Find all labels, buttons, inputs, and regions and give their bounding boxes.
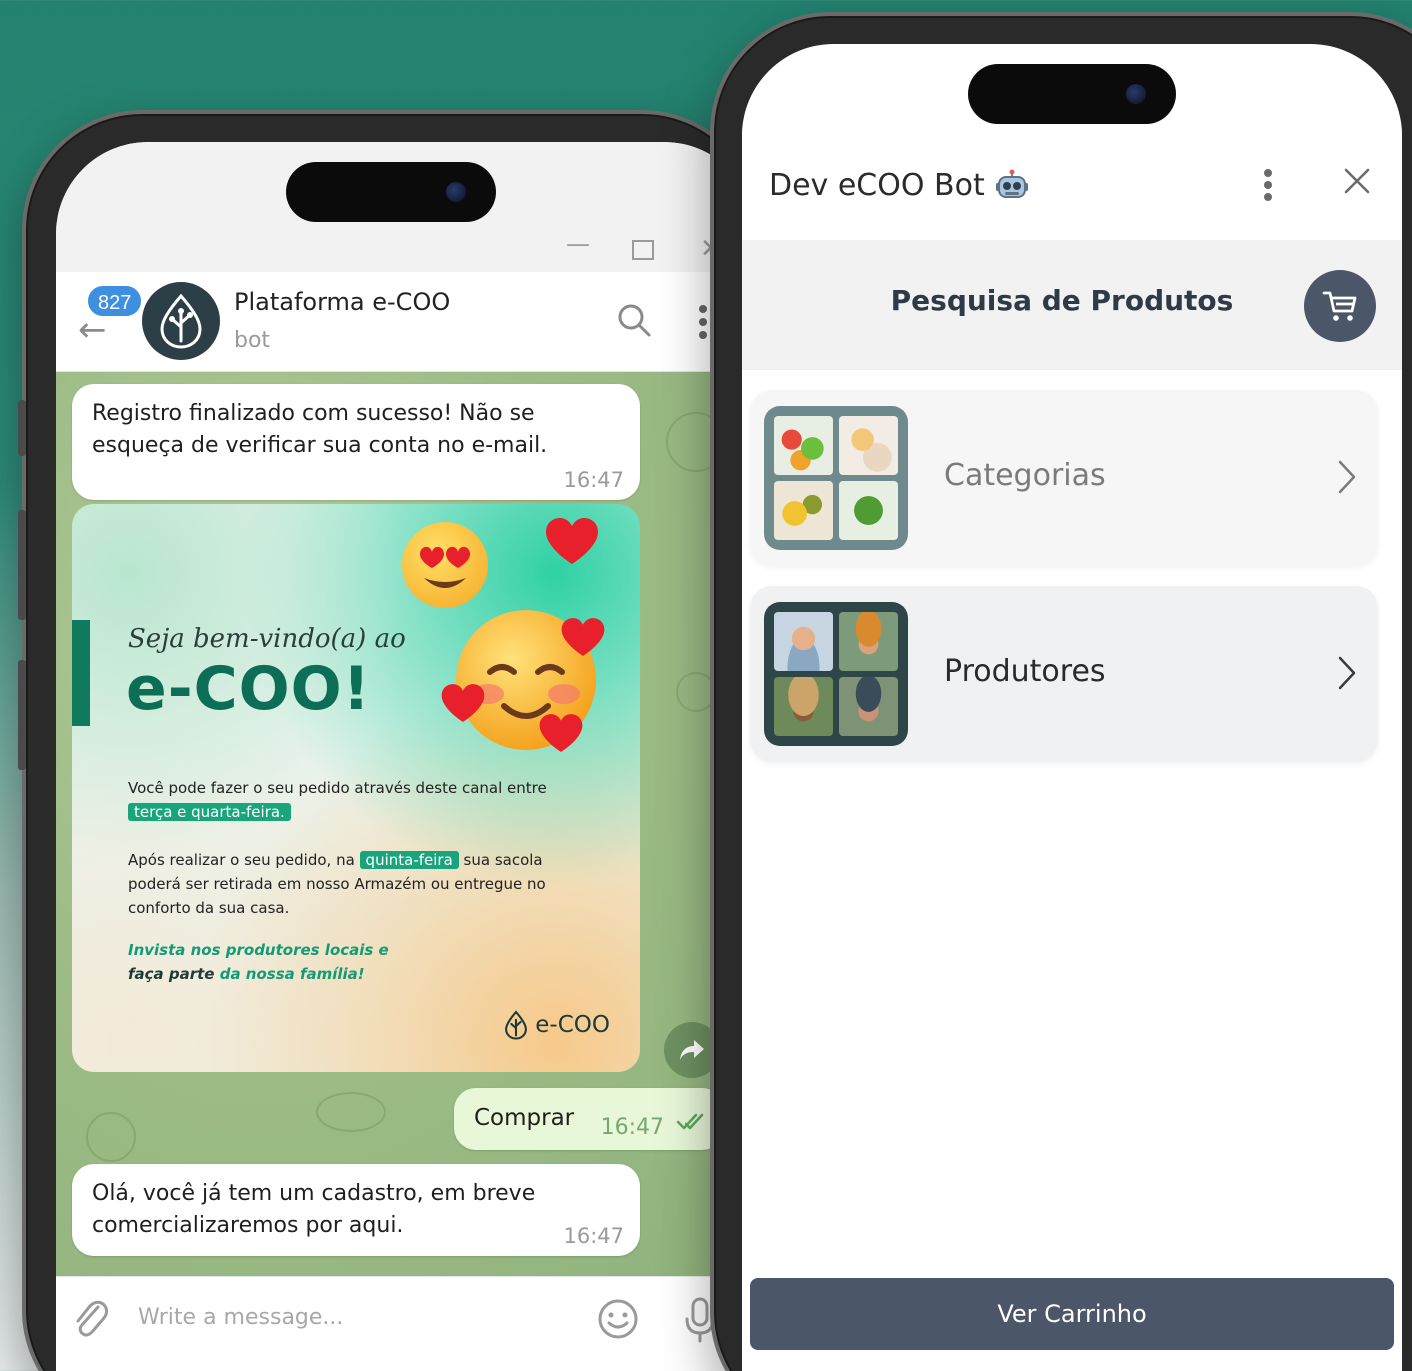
bakery-photo (839, 416, 898, 475)
promo-text: Após realizar o seu pedido, na (128, 851, 360, 869)
left-phone-volume-down (18, 660, 26, 770)
promo-highlight: terça e quarta-feira. (128, 803, 291, 821)
bg-doodle (316, 1092, 386, 1132)
chat-area[interactable]: Registro finalizado com sucesso! Não se … (56, 372, 756, 1276)
double-check-icon (676, 1112, 710, 1136)
message-input[interactable]: Write a message... (138, 1305, 343, 1330)
promo-logo: e-COO (503, 1010, 610, 1040)
minimize-icon[interactable]: — (566, 230, 590, 258)
producers-thumbnail (764, 602, 908, 746)
bg-doodle (86, 1112, 136, 1162)
card-label: Produtores (944, 654, 1106, 689)
promo-text: Você pode fazer o seu pedido através des… (128, 779, 547, 797)
search-title: Pesquisa de Produtos (890, 284, 1234, 317)
producer-photo (839, 612, 898, 671)
promo-text: Invista nos produtores locais e (128, 941, 389, 959)
promo-welcome-text: Seja bem-vindo(a) ao (128, 624, 406, 654)
message-text: Olá, você já tem um cadastro, em breve c… (92, 1181, 536, 1238)
producer-photo (839, 677, 898, 736)
ver-carrinho-button[interactable]: Ver Carrinho (750, 1278, 1394, 1350)
greens-photo (839, 481, 898, 540)
fruits-photo (774, 481, 833, 540)
chat-subtitle: bot (234, 328, 271, 353)
incoming-message[interactable]: Registro finalizado com sucesso! Não se … (72, 384, 640, 500)
cart-button[interactable] (1304, 270, 1376, 342)
right-dynamic-island (968, 64, 1176, 124)
ecoo-leaf-icon (505, 1010, 528, 1040)
more-vertical-icon[interactable] (696, 304, 710, 344)
left-phone-side-button (18, 400, 26, 456)
emoji-smiley-icon[interactable] (596, 1297, 640, 1345)
telegram-screen: — ✕ ← 827 Plataforma e-COO bot Registro … (56, 142, 756, 1371)
promo-text: da nossa família! (214, 965, 365, 983)
paperclip-icon[interactable] (70, 1297, 110, 1345)
welcome-promo-image[interactable]: Seja bem-vindo(a) ao e-COO! Você pode fa… (72, 504, 640, 1072)
message-input-bar: Write a message... (56, 1276, 756, 1371)
message-time: 16:47 (563, 468, 624, 492)
produtores-card[interactable]: Produtores (750, 586, 1378, 762)
chevron-right-icon (1336, 458, 1358, 500)
incoming-message[interactable]: Olá, você já tem um cadastro, em breve c… (72, 1164, 640, 1256)
heart-icon (538, 712, 584, 758)
promo-logo-text: e-COO (535, 1012, 610, 1038)
heart-eyes-emoji-icon (402, 522, 488, 608)
heart-icon (560, 616, 606, 662)
chat-header: ← 827 Plataforma e-COO bot (56, 272, 756, 372)
categories-thumbnail (764, 406, 908, 550)
producer-photo (774, 612, 833, 671)
message-text: Comprar (474, 1105, 575, 1131)
card-label: Categorias (944, 458, 1106, 493)
forward-arrow-icon (680, 1040, 704, 1060)
front-camera (1126, 84, 1146, 104)
message-time: 16:47 (563, 1224, 624, 1248)
bot-webapp-screen: Dev eCOO Bot Pesquisa de Produtos Catego… (742, 44, 1402, 1371)
ecoo-leaf-icon (160, 293, 202, 349)
chat-title[interactable]: Plataforma e-COO (234, 288, 450, 316)
categorias-card[interactable]: Categorias (750, 390, 1378, 566)
outgoing-message[interactable]: Comprar 16:47 (454, 1088, 724, 1150)
message-time: 16:47 (600, 1115, 664, 1140)
promo-paragraph-2: Após realizar o seu pedido, na quinta-fe… (128, 848, 548, 920)
close-icon[interactable] (1342, 166, 1372, 200)
robot-icon (995, 169, 1028, 198)
producer-photo (774, 677, 833, 736)
maximize-icon[interactable] (632, 240, 654, 260)
vegetables-photo (774, 416, 833, 475)
message-text: Registro finalizado com sucesso! Não se … (92, 401, 548, 458)
search-header: Pesquisa de Produtos (742, 240, 1402, 370)
promo-brand-title: e-COO! (126, 654, 372, 724)
left-phone-volume-up (18, 510, 26, 620)
bot-title: Dev eCOO Bot (769, 168, 1029, 203)
unread-count-badge: 827 (86, 284, 144, 318)
promo-text-bold: faça parte (128, 965, 215, 983)
search-icon[interactable] (616, 302, 652, 342)
chevron-right-icon (1336, 654, 1358, 696)
more-vertical-icon[interactable] (1262, 168, 1274, 206)
heart-icon (544, 516, 600, 570)
chat-avatar[interactable] (142, 282, 220, 360)
promo-highlight: quinta-feira (359, 851, 459, 869)
promo-paragraph-1: Você pode fazer o seu pedido através des… (128, 776, 548, 824)
front-camera (446, 182, 466, 202)
shopping-cart-icon (1322, 291, 1357, 321)
promo-accent-bar (72, 620, 90, 726)
left-dynamic-island (286, 162, 496, 222)
heart-icon (440, 682, 486, 728)
promo-paragraph-3: Invista nos produtores locais e faça par… (128, 938, 548, 986)
bot-title-text: Dev eCOO Bot (769, 168, 985, 203)
